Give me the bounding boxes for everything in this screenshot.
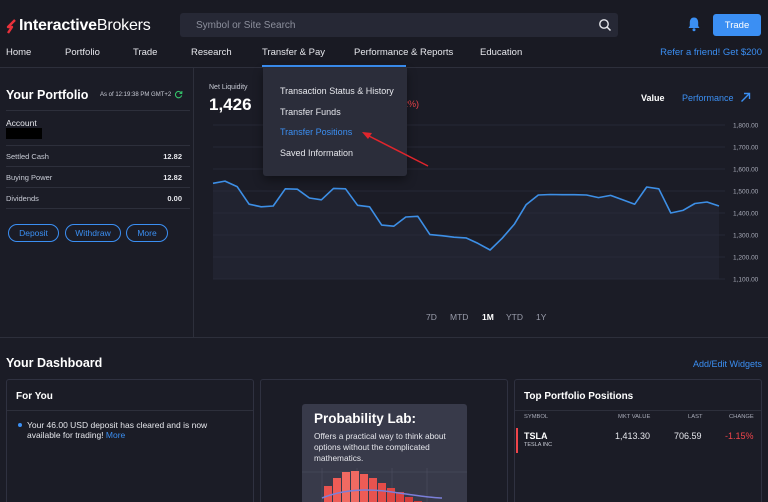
y-tick-label: 1,400.00 <box>733 211 759 218</box>
position-change: -1.15% <box>725 431 754 441</box>
nav-item-portfolio[interactable]: Portfolio <box>65 47 100 58</box>
brand-logo-icon <box>6 18 16 34</box>
position-symbol[interactable]: TSLA <box>524 431 548 441</box>
y-tick-label: 1,200.00 <box>733 255 759 262</box>
range-ytd-button[interactable]: YTD <box>506 312 523 322</box>
net-liquidity-label: Net Liquidity <box>209 84 248 91</box>
y-tick-label: 1,600.00 <box>733 167 759 174</box>
position-loss-indicator <box>516 428 518 453</box>
probability-lab-description: Offers a practical way to think about op… <box>314 431 446 463</box>
y-tick-label: 1,700.00 <box>733 145 759 152</box>
menu-item-transaction-status[interactable]: Transaction Status & History <box>280 86 394 96</box>
active-nav-underline <box>262 65 406 67</box>
add-edit-widgets-link[interactable]: Add/Edit Widgets <box>693 359 762 369</box>
position-last: 706.59 <box>674 431 702 441</box>
portfolio-panel: Your Portfolio As of 12:19:38 PM GMT+2 A… <box>0 80 190 260</box>
divider <box>6 208 190 209</box>
notification-bell-icon[interactable] <box>686 16 702 32</box>
divider <box>515 410 761 411</box>
divider <box>6 187 190 188</box>
for-you-card: For You Your 46.00 USD deposit has clear… <box>6 379 254 502</box>
refer-friend-link[interactable]: Refer a friend! Get $200 <box>660 47 762 58</box>
header-change[interactable]: CHANGE <box>729 414 754 420</box>
series-area <box>213 181 719 279</box>
nav-item-research[interactable]: Research <box>191 47 232 58</box>
dividends-label: Dividends <box>6 194 39 203</box>
buying-power-label: Buying Power <box>6 173 53 182</box>
dashboard-title: Your Dashboard <box>6 356 103 370</box>
dividends-value: 0.00 <box>167 194 182 203</box>
account-number-redacted <box>6 128 42 139</box>
section-divider <box>0 337 768 338</box>
withdraw-button[interactable]: Withdraw <box>65 224 121 242</box>
nav-item-trade[interactable]: Trade <box>133 47 157 58</box>
refresh-icon[interactable] <box>174 90 183 99</box>
probability-lab-banner[interactable]: Probability Lab: Offers a practical way … <box>302 404 467 502</box>
y-tick-label: 1,500.00 <box>733 189 759 196</box>
for-you-message: Your 46.00 USD deposit has cleared and i… <box>27 420 237 440</box>
menu-item-transfer-funds[interactable]: Transfer Funds <box>280 107 341 117</box>
header-symbol[interactable]: SYMBOL <box>524 414 548 420</box>
settled-cash-label: Settled Cash <box>6 152 49 161</box>
deposit-button[interactable]: Deposit <box>8 224 59 242</box>
buying-power-value: 12.82 <box>163 173 182 182</box>
portfolio-timestamp: As of 12:19:38 PM GMT+2 <box>100 92 172 98</box>
y-tick-label: 1,300.00 <box>733 233 759 240</box>
bullet-icon <box>18 423 22 427</box>
search-input[interactable] <box>180 13 580 37</box>
divider <box>6 166 190 167</box>
header-last[interactable]: LAST <box>688 414 703 420</box>
main-nav: Home Portfolio Trade Research Transfer &… <box>0 47 768 63</box>
vertical-divider <box>193 68 194 338</box>
for-you-title: For You <box>16 391 53 402</box>
header-mkt-value[interactable]: MKT VALUE <box>618 414 650 420</box>
range-7d-button[interactable]: 7D <box>426 312 437 322</box>
account-label: Account <box>6 118 37 128</box>
probability-histogram-graphic <box>302 468 467 502</box>
brand-name: InteractiveBrokers <box>19 17 151 34</box>
menu-item-saved-information[interactable]: Saved Information <box>280 148 353 158</box>
nav-item-performance-reports[interactable]: Performance & Reports <box>354 47 453 58</box>
divider <box>7 410 253 411</box>
toggle-performance[interactable]: Performance <box>682 93 734 103</box>
search-box[interactable] <box>180 13 618 37</box>
expand-arrow-icon[interactable] <box>740 92 751 103</box>
logo[interactable]: InteractiveBrokers <box>5 17 151 35</box>
nav-item-home[interactable]: Home <box>6 47 31 58</box>
range-1y-button[interactable]: 1Y <box>536 312 546 322</box>
top-positions-title: Top Portfolio Positions <box>524 391 634 402</box>
range-1m-button[interactable]: 1M <box>482 312 494 322</box>
position-mkt-value: 1,413.30 <box>615 431 651 441</box>
divider <box>6 110 190 111</box>
y-tick-label: 1,800.00 <box>733 123 759 130</box>
position-name: TESLA INC <box>524 442 553 448</box>
settled-cash-value: 12.82 <box>163 152 182 161</box>
transfer-pay-dropdown: Transaction Status & History Transfer Fu… <box>263 68 407 176</box>
range-mtd-button[interactable]: MTD <box>450 312 468 322</box>
portfolio-title: Your Portfolio <box>6 88 89 102</box>
trade-button[interactable]: Trade <box>713 14 761 36</box>
search-icon[interactable] <box>598 18 612 32</box>
for-you-more-link[interactable]: More <box>106 430 125 440</box>
more-button[interactable]: More <box>126 224 168 242</box>
y-tick-label: 1,100.00 <box>733 277 759 284</box>
menu-item-transfer-positions[interactable]: Transfer Positions <box>280 127 352 137</box>
probability-lab-title: Probability Lab: <box>314 411 417 426</box>
nav-item-education[interactable]: Education <box>480 47 522 58</box>
divider <box>6 145 190 146</box>
nav-item-transfer-pay[interactable]: Transfer & Pay <box>262 47 325 58</box>
toggle-value[interactable]: Value <box>641 93 665 103</box>
